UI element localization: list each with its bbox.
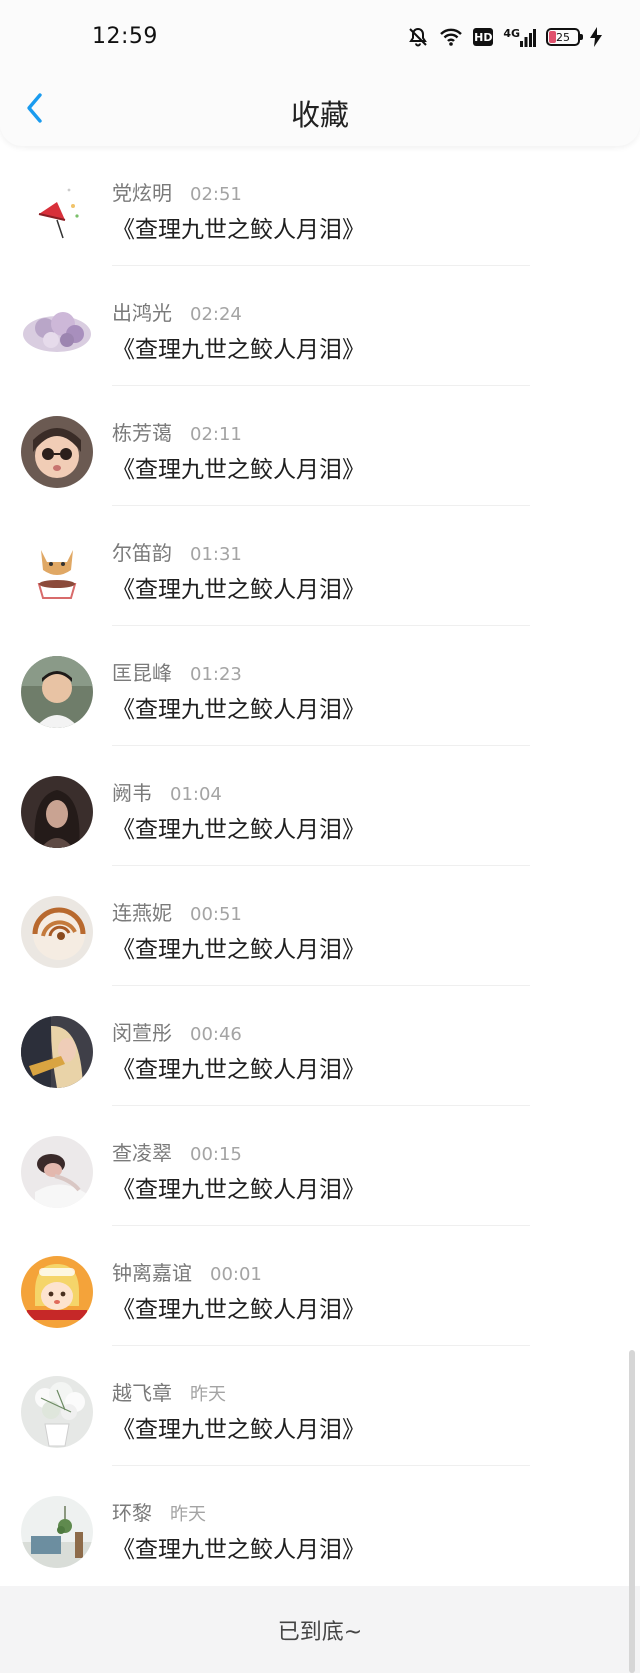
avatar[interactable]: [21, 1376, 93, 1448]
avatar[interactable]: [21, 656, 93, 728]
avatar[interactable]: [21, 1256, 93, 1328]
battery-level: 25: [556, 30, 570, 44]
list-item[interactable]: 环黎 昨天 《查理九世之鲛人月泪》: [0, 1466, 640, 1586]
item-header: 钟离嘉谊 00:01: [112, 1257, 262, 1286]
user-name: 环黎: [112, 1501, 152, 1525]
avatar[interactable]: [21, 176, 93, 248]
item-time: 昨天: [170, 1504, 206, 1525]
item-header: 查凌翠 00:15: [112, 1137, 242, 1166]
item-header: 尔笛韵 01:31: [112, 537, 242, 566]
book-title: 《查理九世之鲛人月泪》: [112, 1177, 365, 1203]
avatar[interactable]: [21, 896, 93, 968]
favorites-list: 党炫明 02:51 《查理九世之鲛人月泪》 出鸿光 02:24 《查理九世之鲛人…: [0, 146, 640, 1586]
user-name: 尔笛韵: [112, 541, 172, 565]
book-title: 《查理九世之鲛人月泪》: [112, 937, 365, 963]
avatar[interactable]: [21, 296, 93, 368]
list-item[interactable]: 阙韦 01:04 《查理九世之鲛人月泪》: [0, 746, 640, 866]
item-header: 阙韦 01:04: [112, 777, 222, 806]
avatar[interactable]: [21, 416, 93, 488]
network-label: 4G: [503, 26, 520, 40]
hd-icon: HD: [473, 28, 494, 46]
bell-mute-icon: [407, 26, 429, 48]
book-title: 《查理九世之鲛人月泪》: [112, 697, 365, 723]
status-time: 12:59: [92, 24, 158, 49]
book-title: 《查理九世之鲛人月泪》: [112, 457, 365, 483]
list-item[interactable]: 钟离嘉谊 00:01 《查理九世之鲛人月泪》: [0, 1226, 640, 1346]
list-end-footer: 已到底~: [0, 1586, 640, 1673]
item-time: 02:11: [190, 424, 242, 445]
list-item[interactable]: 越飞章 昨天 《查理九世之鲛人月泪》: [0, 1346, 640, 1466]
list-item[interactable]: 闵萱彤 00:46 《查理九世之鲛人月泪》: [0, 986, 640, 1106]
battery-icon: 25: [546, 28, 583, 46]
item-header: 出鸿光 02:24: [112, 297, 242, 326]
book-title: 《查理九世之鲛人月泪》: [112, 817, 365, 843]
item-header: 连燕妮 00:51: [112, 897, 242, 926]
wifi-icon: [439, 27, 463, 47]
user-name: 党炫明: [112, 181, 172, 205]
user-name: 阙韦: [112, 781, 152, 805]
book-title: 《查理九世之鲛人月泪》: [112, 1297, 365, 1323]
item-time: 00:15: [190, 1144, 242, 1165]
book-title: 《查理九世之鲛人月泪》: [112, 1057, 365, 1083]
list-item[interactable]: 匡昆峰 01:23 《查理九世之鲛人月泪》: [0, 626, 640, 746]
charging-icon: [590, 27, 602, 47]
item-header: 匡昆峰 01:23: [112, 657, 242, 686]
item-header: 环黎 昨天: [112, 1497, 206, 1526]
item-time: 00:01: [210, 1264, 262, 1285]
list-item[interactable]: 查凌翠 00:15 《查理九世之鲛人月泪》: [0, 1106, 640, 1226]
avatar[interactable]: [21, 536, 93, 608]
book-title: 《查理九世之鲛人月泪》: [112, 1537, 365, 1563]
item-time: 01:31: [190, 544, 242, 565]
scrollbar[interactable]: [629, 1350, 635, 1673]
list-item[interactable]: 党炫明 02:51 《查理九世之鲛人月泪》: [0, 146, 640, 266]
item-time: 02:51: [190, 184, 242, 205]
item-time: 01:04: [170, 784, 222, 805]
item-time: 01:23: [190, 664, 242, 685]
status-icons: HD 4G 25: [407, 26, 602, 48]
user-name: 闵萱彤: [112, 1021, 172, 1045]
user-name: 钟离嘉谊: [112, 1261, 192, 1285]
item-header: 越飞章 昨天: [112, 1377, 226, 1406]
end-of-list-text: 已到底~: [277, 1619, 363, 1645]
book-title: 《查理九世之鲛人月泪》: [112, 1417, 365, 1443]
page-title: 收藏: [290, 98, 349, 132]
item-time: 00:51: [190, 904, 242, 925]
avatar[interactable]: [21, 1496, 93, 1568]
list-item[interactable]: 栋芳蔼 02:11 《查理九世之鲛人月泪》: [0, 386, 640, 506]
item-time: 00:46: [190, 1024, 242, 1045]
user-name: 查凌翠: [112, 1141, 172, 1165]
avatar[interactable]: [21, 1136, 93, 1208]
avatar[interactable]: [21, 1016, 93, 1088]
book-title: 《查理九世之鲛人月泪》: [112, 577, 365, 603]
user-name: 匡昆峰: [112, 661, 172, 685]
user-name: 栋芳蔼: [112, 421, 172, 445]
item-header: 党炫明 02:51: [112, 177, 242, 206]
item-header: 闵萱彤 00:46: [112, 1017, 242, 1046]
item-header: 栋芳蔼 02:11: [112, 417, 242, 446]
item-time: 02:24: [190, 304, 242, 325]
user-name: 连燕妮: [112, 901, 172, 925]
signal-icon: 4G: [503, 27, 536, 47]
book-title: 《查理九世之鲛人月泪》: [112, 217, 365, 243]
list-item[interactable]: 尔笛韵 01:31 《查理九世之鲛人月泪》: [0, 506, 640, 626]
avatar[interactable]: [21, 776, 93, 848]
item-time: 昨天: [190, 1384, 226, 1405]
list-item[interactable]: 连燕妮 00:51 《查理九世之鲛人月泪》: [0, 866, 640, 986]
book-title: 《查理九世之鲛人月泪》: [112, 337, 365, 363]
user-name: 出鸿光: [112, 301, 172, 325]
user-name: 越飞章: [112, 1381, 172, 1405]
top-bar: 12:59 HD 4G 25 收藏: [0, 0, 640, 146]
list-item[interactable]: 出鸿光 02:24 《查理九世之鲛人月泪》: [0, 266, 640, 386]
